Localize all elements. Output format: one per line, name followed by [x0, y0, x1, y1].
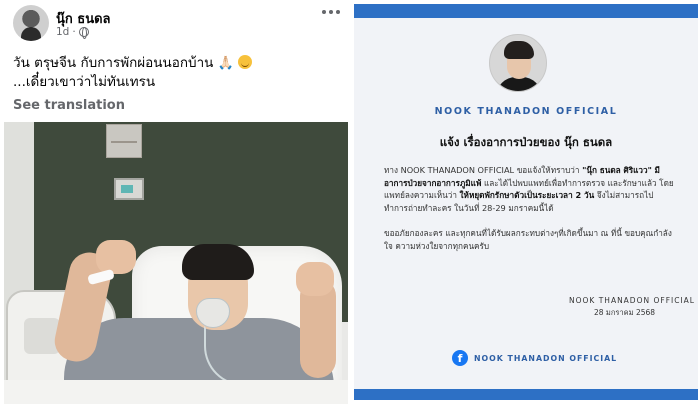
p1-part-b: "นุ๊ก ธนดล ศิริแวว" — [582, 165, 652, 175]
post-text-line-2: ...เดี๋ยวเขาว่าไม่ทันเทรน — [13, 74, 156, 90]
praying-hands-emoji: 🙏🏻 — [217, 56, 234, 71]
card-paragraph-2: ขออภัยกองละคร และทุกคนที่ได้รับผลกระทบต่… — [384, 228, 672, 251]
avatar-body — [496, 77, 542, 91]
see-translation-link[interactable]: See translation — [13, 98, 125, 113]
post-text-line-1-content: วัน ตรุษจีน กับการพักผ่อนนอกบ้าน — [13, 55, 214, 71]
announcement-card: NOOK THANADON OFFICIAL แจ้ง เรื่องอาการป… — [354, 4, 698, 400]
facebook-page-label: NOOK THANADON OFFICIAL — [474, 353, 618, 363]
meta-separator: · — [72, 26, 76, 38]
photo-fist-right — [296, 262, 334, 296]
photo-oxygen-tube — [204, 326, 324, 386]
facebook-icon: f — [452, 350, 468, 366]
facebook-post: นุ๊ก ธนดล 1d · วัน ตรุษจีน กับการพักผ่อน… — [0, 0, 350, 404]
photo-wall-panel — [106, 124, 142, 158]
p1-part-e: ให้หยุดพักรักษาตัวเป็นระยะเวลา 2 วัน — [459, 190, 595, 200]
p1-part-a: ทาง NOOK THANADON OFFICIAL ขอแจ้งให้ทราบ… — [384, 165, 583, 175]
card-heading: แจ้ง เรื่องอาการป่วยของ นุ๊ก ธนดล — [439, 135, 613, 149]
card-body: ทาง NOOK THANADON OFFICIAL ขอแจ้งให้ทราบ… — [384, 164, 674, 265]
official-profile-avatar — [489, 34, 547, 92]
smile-emoji — [238, 55, 253, 69]
photo-hair — [182, 244, 254, 280]
card-paragraph-1: ทาง NOOK THANADON OFFICIAL ขอแจ้งให้ทราบ… — [384, 164, 674, 214]
card-date: 28 มกราคม 2568 — [594, 308, 656, 317]
photo-monitor — [114, 178, 144, 200]
post-photo[interactable] — [4, 122, 348, 404]
author-avatar[interactable] — [13, 5, 49, 41]
photo-fist-left — [96, 240, 136, 274]
more-options-icon[interactable] — [322, 10, 340, 14]
card-top-bar — [354, 4, 698, 18]
card-brand-title: NOOK THANADON OFFICIAL — [434, 106, 618, 117]
photo-blanket — [4, 380, 348, 404]
card-signature: NOOK THANADON OFFICIAL — [569, 296, 695, 305]
post-time[interactable]: 1d — [56, 26, 69, 38]
post-meta: 1d · — [56, 26, 89, 39]
card-bottom-bar — [354, 389, 698, 400]
facebook-page-link[interactable]: f NOOK THANADON OFFICIAL — [452, 350, 617, 366]
avatar-hair — [504, 41, 534, 59]
globe-icon — [78, 27, 89, 39]
